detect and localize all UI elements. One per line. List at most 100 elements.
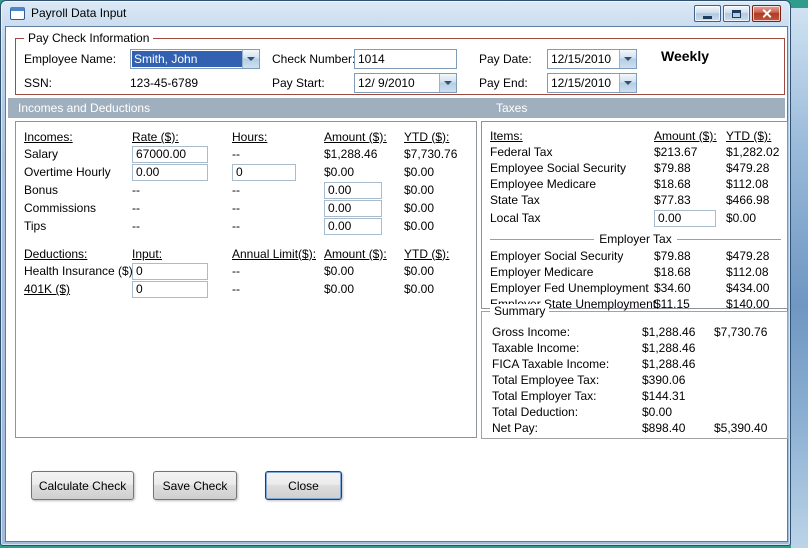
pay-start-dropdown-button[interactable] — [439, 74, 456, 92]
commissions-amount-input[interactable] — [324, 199, 382, 217]
local-tax-ytd: $0.00 — [726, 211, 757, 225]
federal-tax-ytd: $1,282.02 — [726, 145, 780, 159]
employee-name-dropdown-button[interactable] — [242, 50, 259, 68]
401k-limit: -- — [232, 282, 240, 296]
local-tax-label: Local Tax — [490, 211, 541, 225]
tips-amount-input[interactable] — [324, 217, 382, 235]
401k-input[interactable] — [132, 280, 208, 298]
tips-rate: -- — [132, 219, 140, 233]
overtime-row: Overtime Hourly $0.00 $0.00 — [24, 163, 476, 181]
pay-start-value: 12/ 9/2010 — [358, 76, 415, 90]
net-pay-row: Net Pay: $898.40 $5,390.40 — [492, 420, 787, 436]
gross-income-amount: $1,288.46 — [642, 325, 696, 339]
employer-fed-unemployment-amount: $34.60 — [654, 281, 691, 295]
overtime-amount: $0.00 — [324, 165, 355, 179]
pay-end-picker[interactable]: 12/15/2010 — [547, 73, 637, 93]
hours-col-header: Hours: — [232, 129, 268, 144]
pay-date-picker[interactable]: 12/15/2010 — [547, 49, 637, 69]
taxes-header-row: Items: Amount ($): YTD ($): — [490, 128, 787, 144]
minimize-button[interactable] — [694, 5, 721, 22]
total-employee-tax-row: Total Employee Tax: $390.06 — [492, 372, 787, 388]
chevron-down-icon — [247, 57, 255, 61]
deductions-col-header: Deductions: — [24, 246, 88, 261]
check-number-input[interactable] — [354, 49, 457, 69]
federal-tax-label: Federal Tax — [490, 145, 553, 159]
total-employee-tax-amount: $390.06 — [642, 373, 686, 387]
taxes-panel: Items: Amount ($): YTD ($): Federal Tax … — [481, 121, 788, 311]
title-bar[interactable]: Payroll Data Input — [1, 1, 790, 25]
employer-ss-amount: $79.88 — [654, 249, 691, 263]
maximize-icon — [732, 9, 741, 18]
incomes-header-row: Incomes: Rate ($): Hours: Amount ($): YT… — [24, 128, 476, 145]
employee-ss-label: Employee Social Security — [490, 161, 627, 175]
check-number-label: Check Number: — [272, 52, 356, 66]
ded-ytd-col-header: YTD ($): — [404, 246, 450, 261]
window-title: Payroll Data Input — [31, 6, 127, 20]
bonus-amount-input[interactable] — [324, 181, 382, 199]
summary-group-label: Summary — [490, 304, 550, 318]
pay-start-picker[interactable]: 12/ 9/2010 — [354, 73, 457, 93]
401k-link[interactable]: 401K ($) — [24, 282, 132, 296]
maximize-button[interactable] — [723, 5, 750, 22]
ssn-label: SSN: — [24, 76, 53, 90]
employee-ss-row: Employee Social Security $79.88 $479.28 — [490, 160, 787, 176]
caption-buttons — [694, 5, 781, 22]
ded-amount-col-header: Amount ($): — [324, 246, 387, 261]
overtime-rate-input[interactable] — [132, 163, 208, 181]
total-employer-tax-amount: $144.31 — [642, 389, 686, 403]
ytd-col-header: YTD ($): — [404, 129, 450, 144]
items-col-header: Items: — [490, 129, 523, 143]
bonus-label: Bonus — [24, 183, 59, 197]
pay-date-dropdown-button[interactable] — [619, 50, 636, 68]
overtime-hours-input[interactable] — [232, 163, 296, 181]
state-tax-label: State Tax — [490, 193, 540, 207]
local-tax-input[interactable] — [654, 209, 716, 227]
employer-medicare-ytd: $112.08 — [726, 265, 769, 279]
health-insurance-ytd: $0.00 — [404, 264, 435, 278]
net-pay-amount: $898.40 — [642, 421, 686, 435]
401k-amount: $0.00 — [324, 282, 355, 296]
employer-tax-header: Employer Tax — [594, 232, 677, 246]
total-employer-tax-label: Total Employer Tax: — [492, 389, 597, 403]
close-window-button[interactable] — [752, 5, 781, 22]
salary-ytd: $7,730.76 — [404, 147, 458, 161]
paycheck-info-group: Pay Check Information Employee Name: Smi… — [15, 31, 785, 95]
close-form-button[interactable]: Close — [265, 471, 342, 500]
salary-rate-input[interactable] — [132, 145, 208, 163]
calculate-check-button[interactable]: Calculate Check — [31, 471, 134, 500]
employer-ss-label: Employer Social Security — [490, 249, 624, 263]
total-employer-tax-row: Total Employer Tax: $144.31 — [492, 388, 787, 404]
employer-fed-unemployment-row: Employer Fed Unemployment $34.60 $434.00 — [490, 280, 787, 296]
gross-income-label: Gross Income: — [492, 325, 571, 339]
federal-tax-row: Federal Tax $213.67 $1,282.02 — [490, 144, 787, 160]
summary-group: Summary Gross Income: $1,288.46 $7,730.7… — [481, 304, 788, 439]
commissions-row: Commissions -- -- $0.00 — [24, 199, 476, 217]
total-employee-tax-label: Total Employee Tax: — [492, 373, 600, 387]
commissions-rate: -- — [132, 201, 140, 215]
tips-ytd: $0.00 — [404, 219, 435, 233]
taxable-income-row: Taxable Income: $1,288.46 — [492, 340, 787, 356]
health-insurance-row: Health Insurance ($) -- $0.00 $0.00 — [24, 262, 476, 280]
employer-medicare-amount: $18.68 — [654, 265, 691, 279]
save-check-button[interactable]: Save Check — [153, 471, 237, 500]
employee-name-combobox[interactable]: Smith, John — [130, 49, 260, 69]
overtime-ytd: $0.00 — [404, 165, 435, 179]
gross-income-row: Gross Income: $1,288.46 $7,730.76 — [492, 324, 787, 340]
gross-income-ytd: $7,730.76 — [714, 325, 768, 339]
total-deduction-amount: $0.00 — [642, 405, 673, 419]
chevron-down-icon — [624, 81, 632, 85]
incomes-deductions-section-label: Incomes and Deductions — [18, 101, 151, 115]
total-deduction-row: Total Deduction: $0.00 — [492, 404, 787, 420]
desktop-wallpaper — [791, 8, 808, 548]
employer-state-unemployment-ytd: $140.00 — [726, 297, 770, 311]
health-insurance-input[interactable] — [132, 262, 208, 280]
401k-ytd: $0.00 — [404, 282, 435, 296]
taxable-income-amount: $1,288.46 — [642, 341, 696, 355]
pay-end-dropdown-button[interactable] — [619, 74, 636, 92]
paycheck-group-label: Pay Check Information — [24, 31, 154, 45]
total-deduction-label: Total Deduction: — [492, 405, 579, 419]
employer-medicare-label: Employer Medicare — [490, 265, 594, 279]
amount-col-header: Amount ($): — [324, 129, 387, 144]
salary-amount: $1,288.46 — [324, 147, 378, 161]
salary-row: Salary -- $1,288.46 $7,730.76 — [24, 145, 476, 163]
